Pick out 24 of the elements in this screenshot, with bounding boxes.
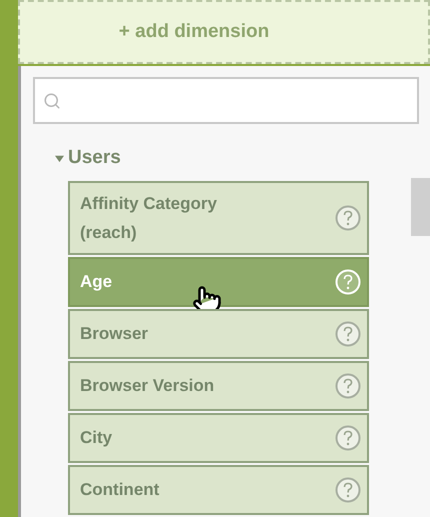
dimension-item[interactable]: Browser Version	[68, 360, 369, 410]
help-icon[interactable]	[335, 372, 361, 398]
search-field[interactable]	[33, 77, 419, 124]
dimension-item[interactable]: Age	[68, 256, 369, 306]
group-label: Users	[68, 146, 121, 170]
help-icon[interactable]	[335, 320, 361, 346]
group-toggle[interactable]: Users	[55, 144, 121, 172]
help-icon[interactable]	[335, 476, 361, 502]
item-label: Age	[80, 271, 112, 293]
item-label: Continent	[80, 479, 160, 501]
add-dimension-button[interactable]: + add dimension	[18, 0, 430, 64]
dimension-item[interactable]: Affinity Category (reach)	[68, 180, 369, 254]
help-icon[interactable]	[335, 424, 361, 450]
item-label: Browser Version	[80, 375, 214, 397]
item-label: Browser	[80, 323, 148, 345]
caret-icon	[55, 154, 64, 163]
dimension-item[interactable]: Continent	[68, 464, 369, 514]
dimension-item[interactable]: City	[68, 412, 369, 462]
item-label: City	[80, 427, 112, 449]
help-icon[interactable]	[335, 204, 361, 230]
search-icon	[43, 92, 61, 110]
dimension-item[interactable]: Browser	[68, 308, 369, 358]
scrollbar-thumb[interactable]	[411, 178, 430, 236]
item-label: Affinity Category (reach)	[80, 192, 218, 244]
